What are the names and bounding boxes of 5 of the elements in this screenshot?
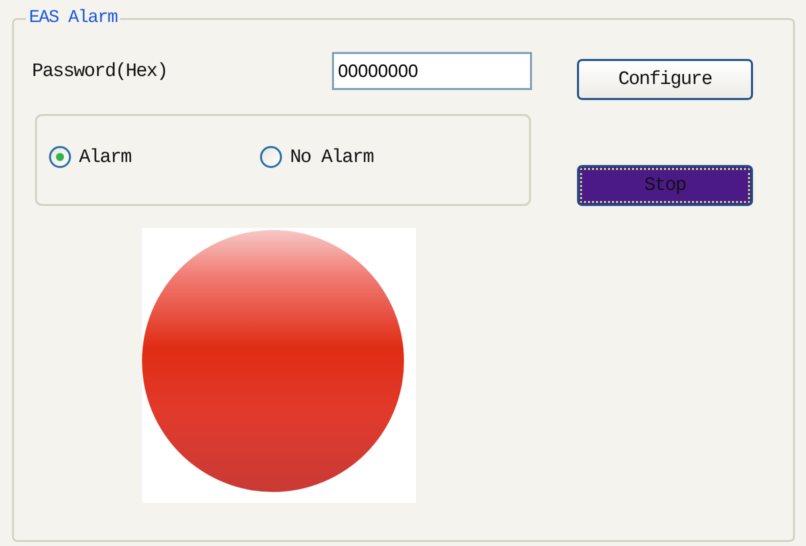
radio-option[interactable]: Alarm <box>49 144 260 170</box>
password-label: Password(Hex) <box>32 58 168 84</box>
password-field[interactable]: 00000000 <box>332 52 532 90</box>
action-button[interactable]: Configure <box>577 59 753 100</box>
radio-option[interactable]: No Alarm <box>260 144 471 170</box>
